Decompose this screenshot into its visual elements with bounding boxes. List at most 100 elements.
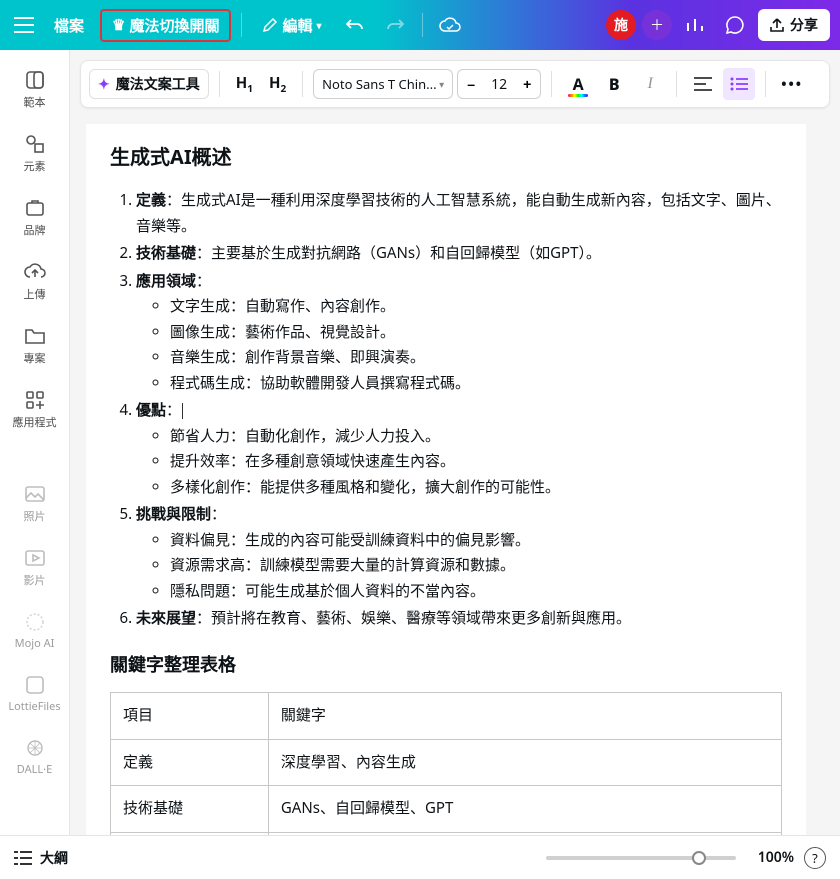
table-cell: 定義 <box>111 739 269 786</box>
undo-button[interactable] <box>338 8 372 42</box>
text-color-a-icon: A <box>573 73 584 95</box>
comment-icon <box>726 16 744 34</box>
list-subitem: 文字生成：自動寫作、內容創作。 <box>170 294 782 320</box>
color-swatch-icon <box>568 94 588 97</box>
add-member-button[interactable]: ＋ <box>642 10 672 40</box>
sidebar-label: 範本 <box>24 94 46 110</box>
sidebar-label: 專案 <box>24 350 46 366</box>
hamburger-icon <box>14 17 34 33</box>
template-icon <box>24 69 46 91</box>
list-item: 挑戰與限制：資料偏見：生成的內容可能受訓練資料中的偏見影響。資源需求高：訓練模型… <box>136 502 782 604</box>
plus-icon: ＋ <box>650 15 664 35</box>
font-size-minus[interactable]: – <box>458 70 484 98</box>
sidebar-label: 品牌 <box>24 222 46 238</box>
font-size-plus[interactable]: + <box>514 70 540 98</box>
list-button[interactable] <box>723 68 755 100</box>
table-row: 定義深度學習、內容生成 <box>111 739 782 786</box>
list-subitem: 音樂生成：創作背景音樂、即興演奏。 <box>170 345 782 371</box>
h1-button[interactable]: H1 <box>230 69 259 99</box>
list-item: 應用領域：文字生成：自動寫作、內容創作。圖像生成：藝術作品、視覺設計。音樂生成：… <box>136 269 782 397</box>
undo-icon <box>346 18 364 32</box>
sidebar-label: Mojo AI <box>15 636 55 651</box>
separator <box>551 71 552 97</box>
user-avatar[interactable]: 施 <box>606 10 636 40</box>
table-body: 定義深度學習、內容生成技術基礎GANs、自回歸模型、GPT應用領域文字生成、圖像… <box>111 739 782 835</box>
analytics-button[interactable] <box>678 8 712 42</box>
sidebar-item-templates[interactable]: 範本 <box>5 62 65 116</box>
menu-button[interactable] <box>10 11 38 39</box>
magic-switch-button[interactable]: ♛ 魔法切換開關 <box>100 9 231 42</box>
main-area: 範本 元素 品牌 上傳 專案 應用程式 照片 影片 <box>0 50 840 835</box>
magic-write-button[interactable]: ✦ 魔法文案工具 <box>89 69 209 99</box>
text-color-button[interactable]: A <box>562 68 594 100</box>
font-selector[interactable]: Noto Sans T Chin... ▾ <box>313 69 453 99</box>
h2-button[interactable]: H2 <box>263 69 292 99</box>
sidebar-item-photos[interactable]: 照片 <box>5 476 65 530</box>
sidebar-item-projects[interactable]: 專案 <box>5 318 65 372</box>
zoom-slider[interactable] <box>546 856 736 860</box>
sidebar-item-elements[interactable]: 元素 <box>5 126 65 180</box>
table-cell: 技術基礎 <box>111 786 269 833</box>
share-button[interactable]: 分享 <box>758 9 830 41</box>
folder-icon <box>24 327 46 345</box>
list-subitem: 多樣化創作：能提供多種風格和變化，擴大創作的可能性。 <box>170 475 782 501</box>
separator <box>219 71 220 97</box>
sidebar-label: 影片 <box>24 572 46 588</box>
list-subitem: 節省人力：自動化創作，減少人力投入。 <box>170 424 782 450</box>
video-icon <box>24 549 46 567</box>
sidebar-label: LottieFiles <box>8 699 60 714</box>
font-size-value[interactable]: 12 <box>484 75 514 94</box>
edit-label: 編輯 <box>282 15 312 36</box>
italic-button[interactable]: I <box>634 68 666 100</box>
redo-button[interactable] <box>378 8 412 42</box>
chart-icon <box>686 17 704 33</box>
redo-icon <box>386 18 404 32</box>
outline-toggle[interactable]: 大綱 <box>14 848 68 868</box>
bold-button[interactable]: B <box>598 68 630 100</box>
keyword-table: 項目關鍵字 定義深度學習、內容生成技術基礎GANs、自回歸模型、GPT應用領域文… <box>110 692 782 835</box>
magic-switch-label: 魔法切換開關 <box>129 15 219 36</box>
table-cell: 應用領域 <box>111 832 269 835</box>
file-menu[interactable]: 檔案 <box>44 9 94 42</box>
list-subitem: 程式碼生成：協助軟體開發人員撰寫程式碼。 <box>170 371 782 397</box>
help-button[interactable]: ? <box>804 847 826 869</box>
apps-icon <box>24 389 46 411</box>
align-button[interactable] <box>687 68 719 100</box>
question-icon: ? <box>812 849 818 867</box>
document-body[interactable]: 生成式AI概述 定義：生成式AI是一種利用深度學習技術的人工智慧系統，能自動生成… <box>86 124 806 835</box>
sidebar-item-lottie[interactable]: LottieFiles <box>5 667 65 720</box>
font-name-label: Noto Sans T Chin... <box>322 75 436 93</box>
sidebar-item-upload[interactable]: 上傳 <box>5 254 65 308</box>
separator <box>676 71 677 97</box>
bottom-bar: 大綱 100% ? <box>0 835 840 879</box>
edit-menu[interactable]: 編輯 ▾ <box>252 9 331 42</box>
separator <box>302 71 303 97</box>
list-item: 技術基礎：主要基於生成對抗網路（GANs）和自回歸模型（如GPT）。 <box>136 241 782 267</box>
table-cell: 深度學習、內容生成 <box>268 739 781 786</box>
sidebar-item-brand[interactable]: 品牌 <box>5 190 65 244</box>
cloud-sync-button[interactable] <box>433 8 467 42</box>
table-title: 關鍵字整理表格 <box>110 650 782 681</box>
brand-icon <box>24 197 46 219</box>
table-cell: GANs、自回歸模型、GPT <box>268 786 781 833</box>
zoom-value[interactable]: 100% <box>746 848 794 867</box>
list-item: 定義：生成式AI是一種利用深度學習技術的人工智慧系統，能自動生成新內容，包括文字… <box>136 188 782 239</box>
sidebar-item-apps[interactable]: 應用程式 <box>5 382 65 436</box>
chevron-down-icon: ▾ <box>317 18 322 32</box>
comment-button[interactable] <box>718 8 752 42</box>
elements-icon <box>24 133 46 155</box>
slider-thumb[interactable] <box>692 851 706 865</box>
outline-label: 大綱 <box>40 848 68 868</box>
document-scroll[interactable]: 生成式AI概述 定義：生成式AI是一種利用深度學習技術的人工智慧系統，能自動生成… <box>70 114 840 835</box>
share-label: 分享 <box>790 15 818 35</box>
magic-write-label: 魔法文案工具 <box>116 74 200 94</box>
sidebar-item-videos[interactable]: 影片 <box>5 540 65 594</box>
sidebar-item-mojoai[interactable]: Mojo AI <box>5 604 65 657</box>
lottie-icon <box>24 674 46 696</box>
table-header-cell: 關鍵字 <box>268 693 781 740</box>
sidebar-item-dalle[interactable]: DALL·E <box>5 730 65 783</box>
list-item: 未來展望：預計將在教育、藝術、娛樂、醫療等領域帶來更多創新與應用。 <box>136 606 782 632</box>
dots-icon: ••• <box>781 75 803 94</box>
more-button[interactable]: ••• <box>776 68 808 100</box>
separator <box>241 13 242 37</box>
